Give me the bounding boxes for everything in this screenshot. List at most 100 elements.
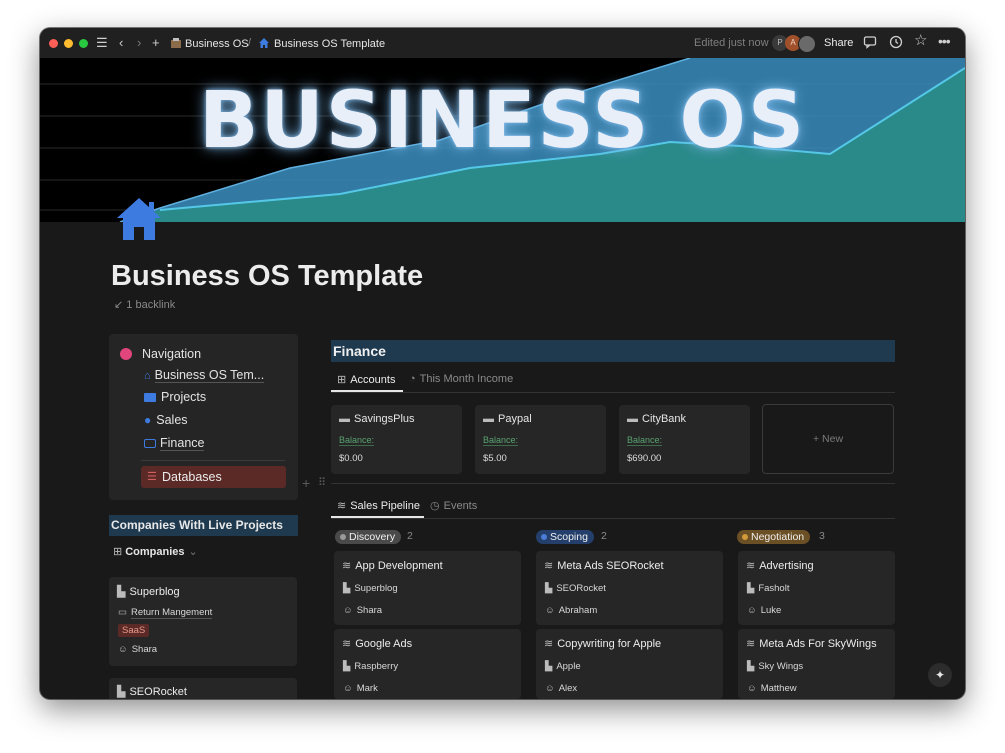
stack-icon: ≋ [544, 638, 554, 650]
company-card[interactable]: ▙ Superblog ▭ Return Mangement SaaS ☺ Shara [109, 577, 297, 666]
account-card[interactable]: ▬ SavingsPlus Balance: $0.00 [331, 405, 462, 474]
money-icon [144, 439, 156, 448]
nav-item-business-os[interactable]: ⌂ Business OS Tem... [144, 368, 265, 383]
balance-value: $5.00 [483, 453, 507, 464]
building-icon: ▙ [343, 583, 351, 594]
ai-sparkle-button[interactable]: ✦ [928, 663, 952, 687]
deal-person: ☺ Mark [343, 683, 378, 694]
company-name: ▙ SEORocket [117, 685, 187, 698]
nav-item-databases[interactable]: ☰ Databases [141, 466, 286, 488]
tabs-divider [331, 518, 895, 519]
person-icon: ☺ [747, 683, 757, 694]
share-button[interactable]: Share [824, 37, 853, 49]
back-icon[interactable]: ‹ [119, 36, 123, 50]
company-label: Apple [556, 661, 581, 672]
person-icon: ☺ [545, 683, 555, 694]
account-card[interactable]: ▬ Paypal Balance: $5.00 [475, 405, 606, 474]
stack-icon: ≋ [342, 638, 352, 650]
company-label: Superblog [354, 583, 398, 594]
building-icon: ▙ [747, 583, 755, 594]
nav-item-label: Finance [160, 436, 205, 451]
history-icon[interactable] [889, 35, 903, 52]
new-label: + New [812, 433, 844, 445]
person-icon: ☺ [343, 605, 353, 616]
status-badge-scoping: Scoping [536, 530, 594, 544]
cover-image: BUSINESS OS [40, 58, 965, 222]
nav-item-projects[interactable]: Projects [144, 390, 206, 404]
column-count: 2 [601, 530, 607, 542]
stack-icon: ≋ [337, 500, 347, 512]
nav-divider [141, 460, 285, 461]
deal-card[interactable]: ≋ Copywriting for Apple ▙ Apple ☺ Alex [536, 629, 723, 699]
grid-icon: ⊞ [337, 374, 347, 386]
project-label: Return Mangement [130, 607, 213, 619]
company-tag: SaaS [118, 624, 150, 637]
building-icon: ▙ [545, 661, 553, 672]
deal-person: ☺ Luke [747, 605, 781, 616]
account-name: ▬ SavingsPlus [339, 413, 415, 425]
deal-title: ≋ App Development [342, 559, 443, 572]
tab-sales-pipeline[interactable]: ≋ Sales Pipeline [337, 499, 420, 512]
balance-label: Balance: [627, 435, 663, 446]
owner-label: Shara [131, 644, 158, 655]
deal-company: ▙ Apple [545, 661, 581, 672]
close-window-button[interactable] [49, 39, 58, 48]
more-options-icon[interactable]: ••• [938, 34, 951, 48]
companies-view-label: Companies [125, 546, 185, 558]
nav-item-label: Sales [156, 413, 188, 427]
deal-title: ≋ Google Ads [342, 637, 412, 650]
deal-card[interactable]: ≋ Advertising ▙ Fasholt ☺ Luke [738, 551, 895, 625]
zoom-window-button[interactable] [79, 39, 88, 48]
account-name-label: CityBank [642, 413, 687, 425]
app-window: ☰ ‹ › + Business OS / Business OS Templa… [40, 28, 965, 699]
nav-item-finance[interactable]: Finance [144, 436, 205, 451]
avatar-photo[interactable] [798, 35, 816, 53]
column-count: 3 [819, 530, 825, 542]
deal-card[interactable]: ≋ Google Ads ▙ Raspberry ☺ Mark [334, 629, 521, 699]
tab-label: Sales Pipeline [350, 500, 420, 512]
minimize-window-button[interactable] [64, 39, 73, 48]
deal-company: ▙ Superblog [343, 583, 398, 594]
database-icon: ☰ [147, 471, 157, 483]
new-page-icon[interactable]: + [152, 36, 160, 50]
person-label: Matthew [760, 683, 797, 694]
deal-card[interactable]: ≋ App Development ▙ Superblog ☺ Shara [334, 551, 521, 625]
clock-icon: ◷ [430, 500, 440, 512]
card-icon: ▬ [627, 413, 638, 425]
tab-accounts[interactable]: ⊞ Accounts [337, 373, 395, 386]
deal-title-label: App Development [355, 560, 443, 572]
compass-icon [120, 348, 132, 360]
stack-icon: ≋ [746, 560, 756, 572]
company-name-label: SEORocket [129, 686, 187, 698]
company-card[interactable]: ▙ SEORocket [109, 678, 297, 699]
tab-events[interactable]: ◷ Events [430, 499, 477, 512]
company-label: Fasholt [758, 583, 790, 594]
deal-card[interactable]: ≋ Meta Ads SEORocket ▙ SEORocket ☺ Abraham [536, 551, 723, 625]
forward-icon[interactable]: › [137, 36, 141, 50]
account-card[interactable]: ▬ CityBank Balance: $690.00 [619, 405, 750, 474]
page-title[interactable]: Business OS Template [111, 260, 423, 293]
menu-icon[interactable]: ☰ [96, 36, 108, 50]
balance-value: $690.00 [627, 453, 662, 464]
balance-label: Balance: [339, 435, 375, 446]
breadcrumb-root[interactable]: Business OS [170, 37, 249, 50]
company-name-label: Superblog [129, 586, 180, 598]
new-account-button[interactable]: + New [762, 404, 894, 474]
comments-icon[interactable] [863, 35, 877, 52]
favorite-star-icon[interactable]: ☆ [914, 33, 927, 48]
nav-item-sales[interactable]: ● Sales [144, 413, 188, 427]
backlink[interactable]: ↙ 1 backlink [114, 298, 175, 311]
breadcrumb-page[interactable]: Business OS Template [258, 37, 385, 50]
nav-item-label: Business OS Tem... [154, 368, 265, 383]
deal-company: ▙ Raspberry [343, 661, 398, 672]
card-icon: ▬ [483, 413, 494, 425]
page-house-icon[interactable] [114, 196, 164, 242]
tab-this-month-income[interactable]: ◔ This Month Income [409, 373, 513, 385]
nav-item-label: Projects [161, 390, 207, 404]
stack-icon: ≋ [342, 560, 352, 572]
deal-card[interactable]: ≋ Meta Ads For SkyWings ▙ Sky Wings ☺ Matth… [738, 629, 895, 699]
companies-view-tab[interactable]: ⊞ Companies ⌄ [113, 545, 198, 558]
add-block-icon[interactable]: + [302, 475, 310, 491]
navigation-callout: Navigation ⌂ Business OS Tem... Projects … [109, 334, 298, 500]
drag-handle-icon[interactable]: ⠿ [318, 476, 326, 489]
